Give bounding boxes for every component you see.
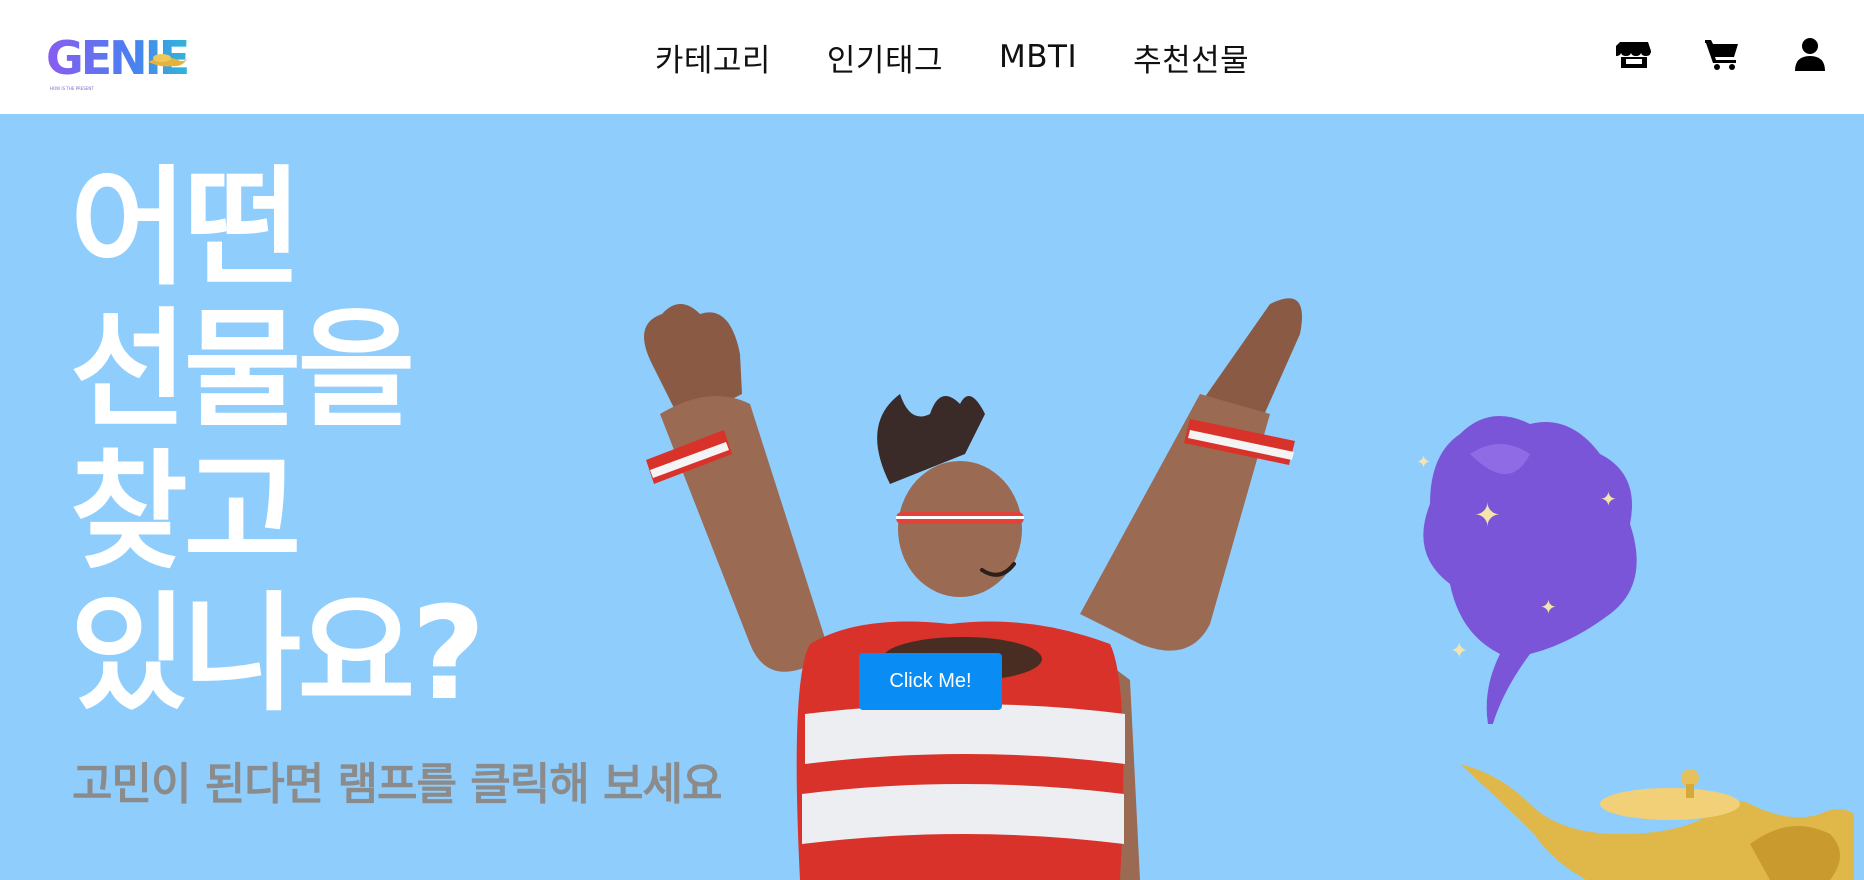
store-icon[interactable] bbox=[1616, 36, 1652, 72]
nav-item-popular-tags[interactable]: 인기태그 bbox=[827, 35, 943, 80]
sparkle-icon: ✦ bbox=[1474, 496, 1501, 534]
hero-headline: 어떤 선물을 찾고 있나요? bbox=[70, 154, 486, 729]
headline-line: 찾고 bbox=[70, 438, 302, 587]
user-icon[interactable] bbox=[1792, 36, 1828, 72]
genie-smoke-illustration: ✦ ✦ ✦ ✦ ✦ bbox=[1416, 416, 1637, 724]
nav-item-mbti[interactable]: MBTI bbox=[999, 39, 1077, 75]
magic-lamp-illustration[interactable] bbox=[1450, 754, 1864, 880]
headline-line: 선물을 bbox=[70, 296, 415, 445]
nav-item-recommended-gifts[interactable]: 추천선물 bbox=[1133, 35, 1249, 80]
sparkle-icon: ✦ bbox=[1540, 595, 1557, 619]
nav-item-category[interactable]: 카테고리 bbox=[655, 35, 771, 80]
logo-tagline: HOW IS THE PRESENT bbox=[50, 86, 94, 91]
hero-section: 어떤 선물을 찾고 있나요? 고민이 된다면 램프를 클릭해 보세요 ✦ ✦ ✦… bbox=[0, 114, 1864, 880]
cart-icon[interactable] bbox=[1704, 36, 1740, 72]
main-nav: 카테고리 인기태그 MBTI 추천선물 bbox=[0, 34, 1864, 80]
header-icon-group bbox=[1616, 36, 1828, 72]
headline-line: 어떤 bbox=[70, 154, 302, 303]
headline-line: 있나요? bbox=[70, 580, 486, 729]
sparkle-icon: ✦ bbox=[1600, 487, 1617, 511]
sparkle-icon: ✦ bbox=[1450, 639, 1468, 664]
sparkle-icon: ✦ bbox=[1416, 452, 1431, 473]
site-header: GENIE HOW IS THE PRESENT 카테고리 인기태그 MBTI … bbox=[0, 0, 1864, 114]
click-me-button[interactable]: Click Me! bbox=[859, 653, 1002, 710]
character-illustration bbox=[644, 298, 1302, 880]
